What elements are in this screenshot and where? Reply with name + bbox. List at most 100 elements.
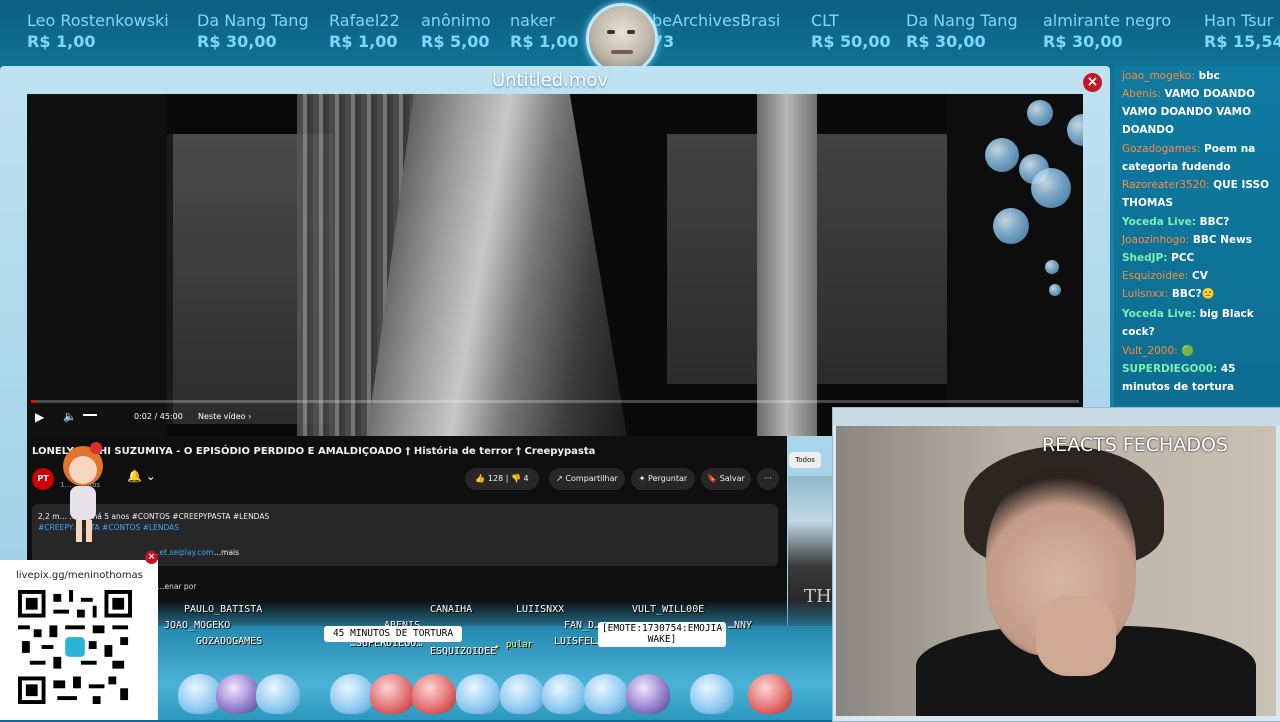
viewer-name: FAN_D…: [564, 620, 601, 631]
play-icon[interactable]: ▶: [35, 410, 44, 424]
dislike-count: 4: [523, 474, 529, 483]
slime-decoration: [370, 674, 414, 714]
slime-decoration: [412, 674, 456, 714]
donor-name: naker: [510, 11, 556, 30]
more-actions-button[interactable]: ···: [757, 468, 779, 490]
chat-username: Abenis:: [1122, 88, 1161, 100]
avatar-eye: [607, 30, 615, 34]
donor-name: Da Nang Tang: [906, 11, 1018, 30]
ask-button[interactable]: ✦ Perguntar: [631, 468, 695, 490]
video-frame[interactable]: ▶ 🔈 0:02 / 45:00 Neste vídeo ›: [27, 94, 1083, 436]
bookmark-icon: 🔖: [707, 474, 720, 483]
like-count: 128: [487, 474, 504, 483]
filter-chip-todos[interactable]: Todos: [789, 452, 821, 468]
ask-label: Perguntar: [648, 474, 688, 483]
slime-decoration: [626, 674, 670, 714]
donor-item: Rafael22 R$ 1,00: [329, 10, 400, 52]
donor-item: almirante negro R$ 30,00: [1043, 10, 1171, 52]
bell-icon[interactable]: 🔔 ⌄: [127, 469, 156, 483]
comments-sort[interactable]: …enar por: [157, 582, 196, 591]
chat-text: CV: [1191, 270, 1208, 282]
donor-item: Da Nang Tang R$ 30,00: [197, 10, 309, 52]
donor-item: anônimo R$ 5,00: [421, 10, 491, 52]
avatar-eye: [627, 30, 635, 34]
share-button[interactable]: ↗ Compartilhar: [549, 468, 625, 490]
chat-panel: joao_mogeko: bbc Abenis: VAMO DOANDO VAM…: [1114, 66, 1280, 406]
donor-item: naker R$ 1,00: [510, 10, 579, 52]
volume-icon[interactable]: 🔈: [63, 410, 77, 423]
save-button[interactable]: 🔖 Salvar: [701, 468, 751, 490]
channel-avatar[interactable]: PT: [32, 468, 54, 490]
reacts-fechados-label: REACTS FECHADOS: [1042, 434, 1228, 456]
chat-username: SUPERDIEGO00:: [1122, 363, 1218, 375]
donor-amount: R$ 1,00: [329, 32, 398, 51]
description-more[interactable]: ...mais: [214, 548, 239, 557]
chat-message: ShedJP: PCC: [1122, 249, 1276, 267]
chat-username: Razoreater3520:: [1122, 179, 1210, 191]
slime-decoration: [748, 674, 792, 714]
bubble-decoration: [1049, 284, 1061, 296]
bubble-decoration: [1045, 260, 1059, 274]
anime-mascot-sticker: [63, 442, 103, 542]
share-label: Compartilhar: [565, 474, 618, 483]
chat-bubble: [EMOTE:1730754:EMOJIA WAKE]: [598, 622, 726, 647]
donor-name: beArchivesBrasi: [652, 11, 781, 30]
donor-name: anônimo: [421, 11, 491, 30]
window-title: Untitled.mov: [491, 70, 609, 91]
chat-message: Luiisnxx: BBC?🙁: [1122, 285, 1276, 303]
chat-bubble: 45 MINUTOS DE TORTURA: [324, 626, 462, 642]
chapter-button[interactable]: Neste vídeo ›: [198, 412, 251, 421]
chat-text: BBC?🙁: [1171, 288, 1215, 300]
bubble-decoration: [1027, 100, 1053, 126]
donor-item: Han Tsur R$ 15,54: [1204, 10, 1280, 52]
donor-name: Rafael22: [329, 11, 400, 30]
video-post: [757, 94, 817, 436]
slime-decoration: [256, 674, 300, 714]
avatar-mouth: [611, 50, 633, 54]
bubble-decoration: [985, 138, 1019, 172]
donor-item: Da Nang Tang R$ 30,00: [906, 10, 1018, 52]
donor-amount: R$ 1,00: [27, 32, 96, 51]
video-progress-bar[interactable]: [31, 400, 1079, 403]
chat-username: Joaozinhogo:: [1122, 234, 1190, 246]
viewer-name: LUIISNXX: [516, 604, 565, 615]
chat-message: Yoceda Live: big Black cock?: [1122, 305, 1276, 341]
chat-text: BBC News: [1192, 234, 1253, 246]
viewer-name: GOZADOGAMES: [196, 636, 263, 647]
chat-message: Razoreater3520: QUE ISSO THOMAS: [1122, 176, 1276, 212]
slime-decoration: [690, 674, 734, 714]
viewer-name: JOAO_MOGEKO: [164, 620, 231, 631]
qr-close-button[interactable]: ×: [145, 551, 158, 564]
streamer-avatar: [586, 3, 658, 75]
chat-username: Yoceda Live:: [1122, 308, 1196, 320]
chat-username: Luiisnxx:: [1122, 288, 1169, 300]
webcam-person-hand: [1036, 596, 1116, 676]
chat-username: ShedJP:: [1122, 252, 1168, 264]
donor-amount: 73: [652, 32, 675, 51]
donor-name: Da Nang Tang: [197, 11, 309, 30]
slime-decoration: [216, 674, 260, 714]
volume-slider[interactable]: [83, 414, 97, 416]
like-button[interactable]: 👍 128 | 👎 4: [465, 468, 539, 490]
qr-url: livepix.gg/meninothomas: [16, 570, 143, 581]
donor-amount: R$ 5,00: [421, 32, 490, 51]
donor-amount: R$ 1,00: [510, 32, 579, 51]
chat-username: Esquizoidee:: [1122, 270, 1189, 282]
chat-message: Joaozinhogo: BBC News: [1122, 231, 1276, 249]
pular-label: pular: [506, 640, 534, 650]
slime-decoration: [584, 674, 628, 714]
donor-name: Han Tsur: [1204, 11, 1274, 30]
slime-decoration: [330, 674, 374, 714]
description-link[interactable]: …et.seiplay.com: [152, 548, 213, 557]
thumbs-up-icon: 👍: [475, 474, 488, 483]
viewer-name: PAULO_BATISTA: [184, 604, 263, 615]
star-icon: ★: [494, 642, 500, 652]
slime-decoration: [542, 674, 586, 714]
donor-amount: R$ 30,00: [1043, 32, 1123, 51]
window-close-button[interactable]: ×: [1083, 73, 1102, 92]
donor-amount: R$ 15,54: [1204, 32, 1280, 51]
slime-decoration: [500, 674, 544, 714]
description-box[interactable]: 2,2 m… …ões há 5 anos #CONTOS #CREEPYPAS…: [32, 504, 778, 566]
chat-message: Gozadogames: Poem na categoria fudendo: [1122, 140, 1276, 176]
chat-message: SUPERDIEGO00: 45 minutos de tortura: [1122, 360, 1276, 396]
